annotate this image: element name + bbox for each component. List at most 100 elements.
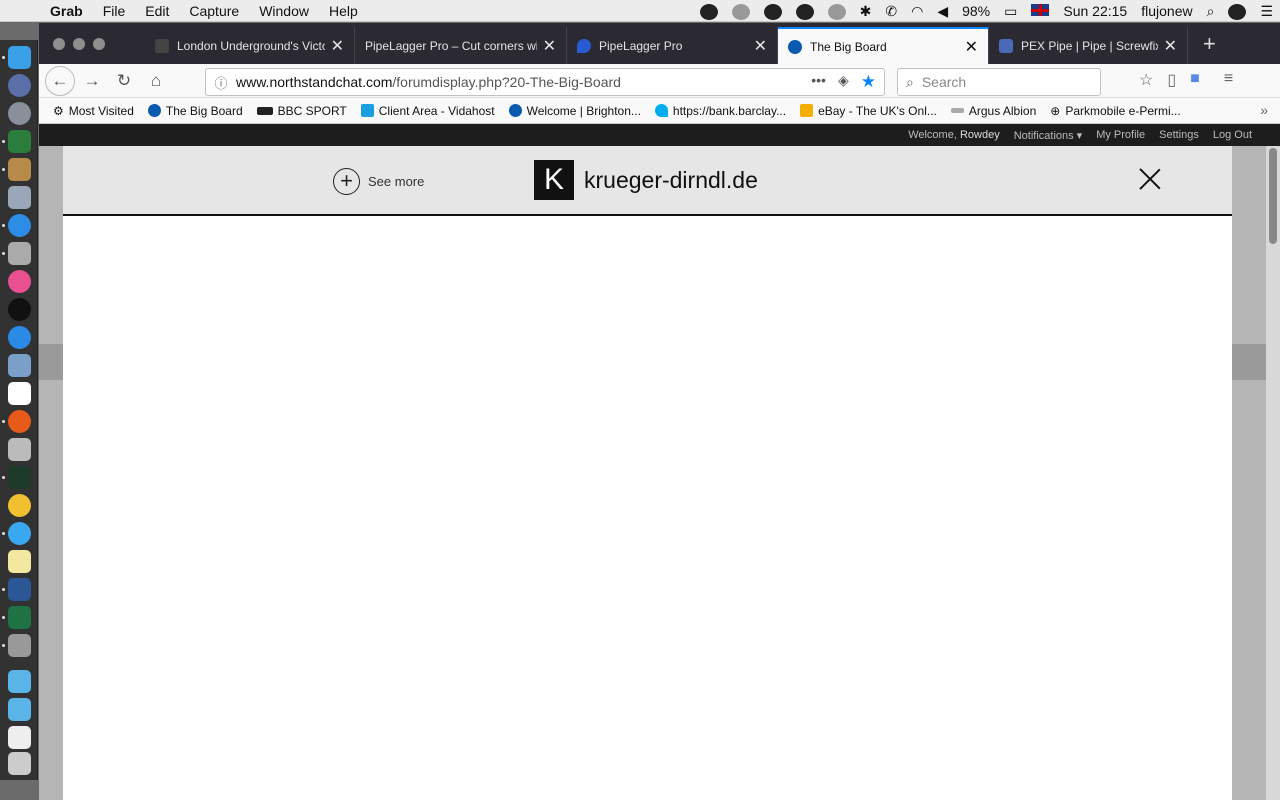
tab-pipelagger-cut-corners[interactable]: PipeLagger Pro – Cut corners wi ✕ [355, 27, 567, 64]
tab-pipelagger-pro[interactable]: PipeLagger Pro ✕ [567, 27, 778, 64]
app-menu[interactable]: Grab [40, 3, 93, 19]
activity-monitor-icon[interactable] [8, 466, 31, 489]
volume-icon[interactable]: ◀ [930, 3, 955, 20]
bluetooth-icon[interactable]: ✱ [853, 3, 879, 20]
wifi-icon[interactable]: ◠ [904, 3, 930, 20]
close-tab-icon[interactable]: ✕ [1164, 36, 1177, 56]
tab-pex-pipe[interactable]: PEX Pipe | Pipe | Screwfix.co ✕ [989, 27, 1188, 64]
log-out-link[interactable]: Log Out [1213, 129, 1252, 141]
new-tab-button[interactable]: + [1203, 31, 1216, 57]
my-profile-link[interactable]: My Profile [1096, 129, 1145, 141]
notifications-menu[interactable]: Notifications ▾ [1014, 129, 1083, 142]
forward-button[interactable]: → [79, 68, 105, 94]
menu-capture[interactable]: Capture [179, 3, 249, 19]
url-text[interactable]: www.northstandchat.com/forumdisplay.php?… [236, 74, 811, 90]
bookmark-the-big-board[interactable]: The Big Board [147, 104, 243, 118]
menu-help[interactable]: Help [319, 3, 368, 19]
maximize-window-button[interactable] [93, 38, 105, 50]
finder-icon[interactable] [8, 46, 31, 69]
close-tab-icon[interactable]: ✕ [965, 37, 978, 57]
site-info-icon[interactable]: ⓘ [206, 73, 236, 92]
safari-icon[interactable] [8, 214, 31, 237]
bookmark-most-visited[interactable]: ⚙ Most Visited [53, 104, 134, 118]
sidebar-icon[interactable]: ▯ [1167, 70, 1176, 90]
tools-icon[interactable] [757, 2, 789, 20]
tab-london-underground[interactable]: London Underground's Victo ✕ [145, 27, 355, 64]
tab-title: PEX Pipe | Pipe | Screwfix.co [1021, 38, 1158, 53]
url-bar[interactable]: ⓘ www.northstandchat.com/forumdisplay.ph… [205, 68, 885, 96]
see-more-button[interactable]: + See more [333, 168, 424, 195]
photos-icon[interactable] [8, 494, 31, 517]
page-scrollbar[interactable] [1266, 146, 1280, 800]
bookmark-barclays[interactable]: https://bank.barclay... [654, 104, 786, 118]
battery-status[interactable]: 98% [955, 3, 997, 19]
app-grid-icon[interactable] [8, 130, 31, 153]
page-actions-icon[interactable]: ••• [811, 72, 826, 92]
menu-window[interactable]: Window [249, 3, 319, 19]
more-bookmarks-icon[interactable]: » [1260, 102, 1268, 118]
username-link[interactable]: Rowdey [960, 129, 1000, 141]
close-overlay-icon[interactable] [1139, 168, 1161, 190]
app-store-icon[interactable] [8, 326, 31, 349]
uk-flag-icon[interactable] [1024, 3, 1056, 19]
ad-brand[interactable]: K krueger-dirndl.de [534, 160, 758, 200]
itunes-icon[interactable] [8, 270, 31, 293]
folder-icon[interactable] [8, 670, 31, 693]
bookmark-parkmobile[interactable]: ⊕ Parkmobile e-Permi... [1050, 104, 1180, 118]
extension-icon[interactable]: ■ [1190, 70, 1200, 90]
notes-app-icon[interactable] [8, 158, 31, 181]
phone-icon[interactable]: ✆ [878, 3, 904, 20]
mail-icon[interactable] [8, 354, 31, 377]
excel-icon[interactable] [8, 606, 31, 629]
trash-icon[interactable] [8, 752, 31, 775]
settings-link[interactable]: Settings [1159, 129, 1199, 141]
bookmark-vidahost[interactable]: Client Area - Vidahost [360, 104, 495, 118]
pocket-icon[interactable]: ◈ [838, 72, 849, 92]
menu-icon[interactable]: ≡ [1224, 70, 1233, 90]
close-window-button[interactable] [53, 38, 65, 50]
bookmark-bbc-sport[interactable]: BBC SPORT [256, 104, 347, 118]
status-app-icon[interactable] [693, 2, 725, 20]
firefox-icon[interactable] [8, 410, 31, 433]
word-icon[interactable] [8, 578, 31, 601]
minimize-window-button[interactable] [73, 38, 85, 50]
library-icon[interactable]: ☆ [1139, 70, 1153, 90]
bookmark-argus-albion[interactable]: Argus Albion [950, 104, 1036, 118]
downloads-folder-icon[interactable] [8, 698, 31, 721]
reload-button[interactable]: ↻ [111, 68, 137, 94]
bookmark-ebay[interactable]: eBay - The UK's Onl... [800, 104, 937, 118]
calendar-icon[interactable] [8, 382, 31, 405]
user-menu[interactable]: flujonew [1134, 3, 1199, 19]
airdrop-icon[interactable] [725, 2, 757, 20]
back-button[interactable]: ← [45, 66, 75, 96]
search-input[interactable]: ⌕ Search [897, 68, 1101, 96]
preview-icon[interactable] [8, 186, 31, 209]
image-capture-icon[interactable] [8, 438, 31, 461]
close-tab-icon[interactable]: ✕ [543, 36, 556, 56]
menu-file[interactable]: File [93, 3, 136, 19]
sync-icon[interactable] [789, 2, 821, 20]
menu-edit[interactable]: Edit [135, 3, 179, 19]
close-tab-icon[interactable]: ✕ [754, 36, 767, 56]
time-machine-icon[interactable] [821, 2, 853, 20]
launchpad-icon[interactable] [8, 102, 31, 125]
calculator-icon[interactable] [8, 242, 31, 265]
bookmark-brighton[interactable]: Welcome | Brighton... [508, 104, 641, 118]
bookmark-star-icon[interactable]: ★ [861, 72, 876, 92]
document-icon[interactable] [8, 726, 31, 749]
tab-the-big-board[interactable]: The Big Board ✕ [778, 27, 989, 64]
clock[interactable]: Sun 22:15 [1056, 3, 1134, 19]
notification-center-icon[interactable]: ☰ [1253, 3, 1280, 20]
scrollbar-thumb[interactable] [1269, 148, 1277, 244]
spotlight-icon[interactable]: ⌕ [1200, 3, 1222, 20]
bbc-icon [256, 106, 273, 115]
siri-icon[interactable] [1221, 2, 1253, 20]
messages-icon[interactable] [8, 522, 31, 545]
siri-dock-icon[interactable] [8, 74, 31, 97]
close-tab-icon[interactable]: ✕ [331, 36, 344, 56]
utility-icon[interactable] [8, 634, 31, 657]
stickies-icon[interactable] [8, 550, 31, 573]
see-more-label: See more [368, 174, 425, 189]
home-button[interactable]: ⌂ [143, 68, 169, 94]
vinyl-icon[interactable] [8, 298, 31, 321]
